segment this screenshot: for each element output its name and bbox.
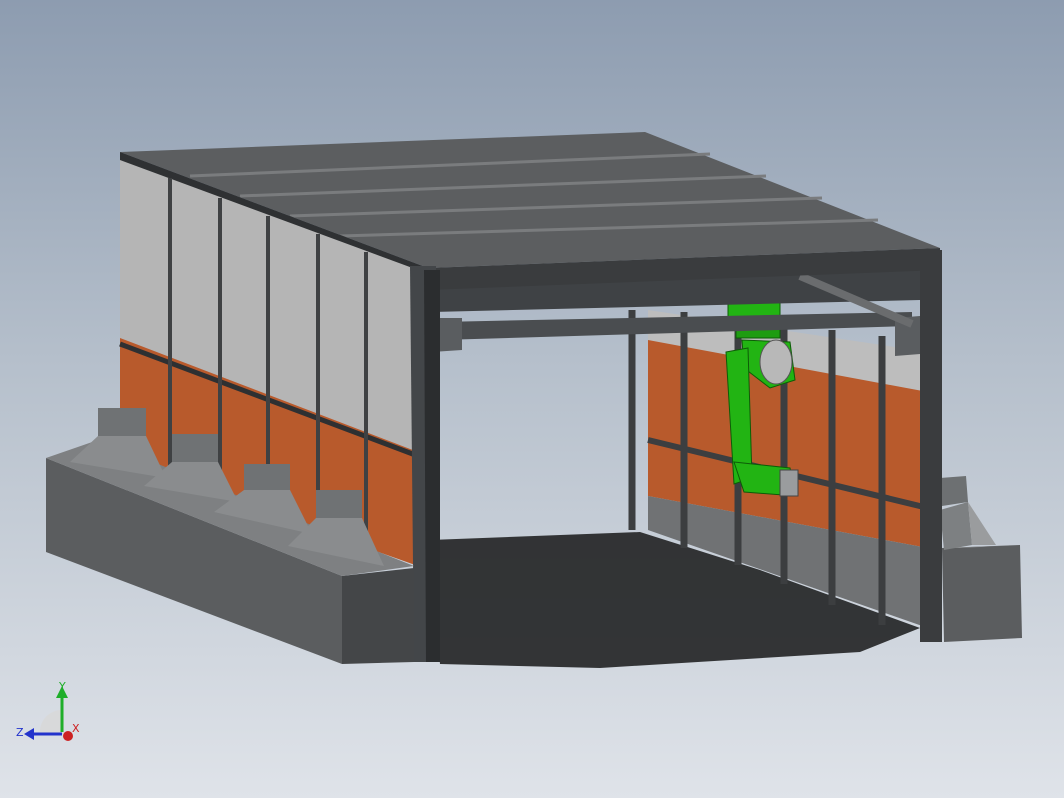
- right-base-block[interactable]: [940, 476, 1022, 642]
- y-axis-label: Y: [58, 680, 66, 693]
- model-scene[interactable]: [0, 0, 1064, 798]
- x-axis-label: X: [72, 722, 80, 735]
- graphics-viewport[interactable]: Y Z X: [0, 0, 1064, 798]
- z-axis-arrow: [24, 728, 34, 740]
- coordinate-triad[interactable]: Y Z X: [12, 676, 84, 748]
- z-axis-label: Z: [16, 726, 24, 739]
